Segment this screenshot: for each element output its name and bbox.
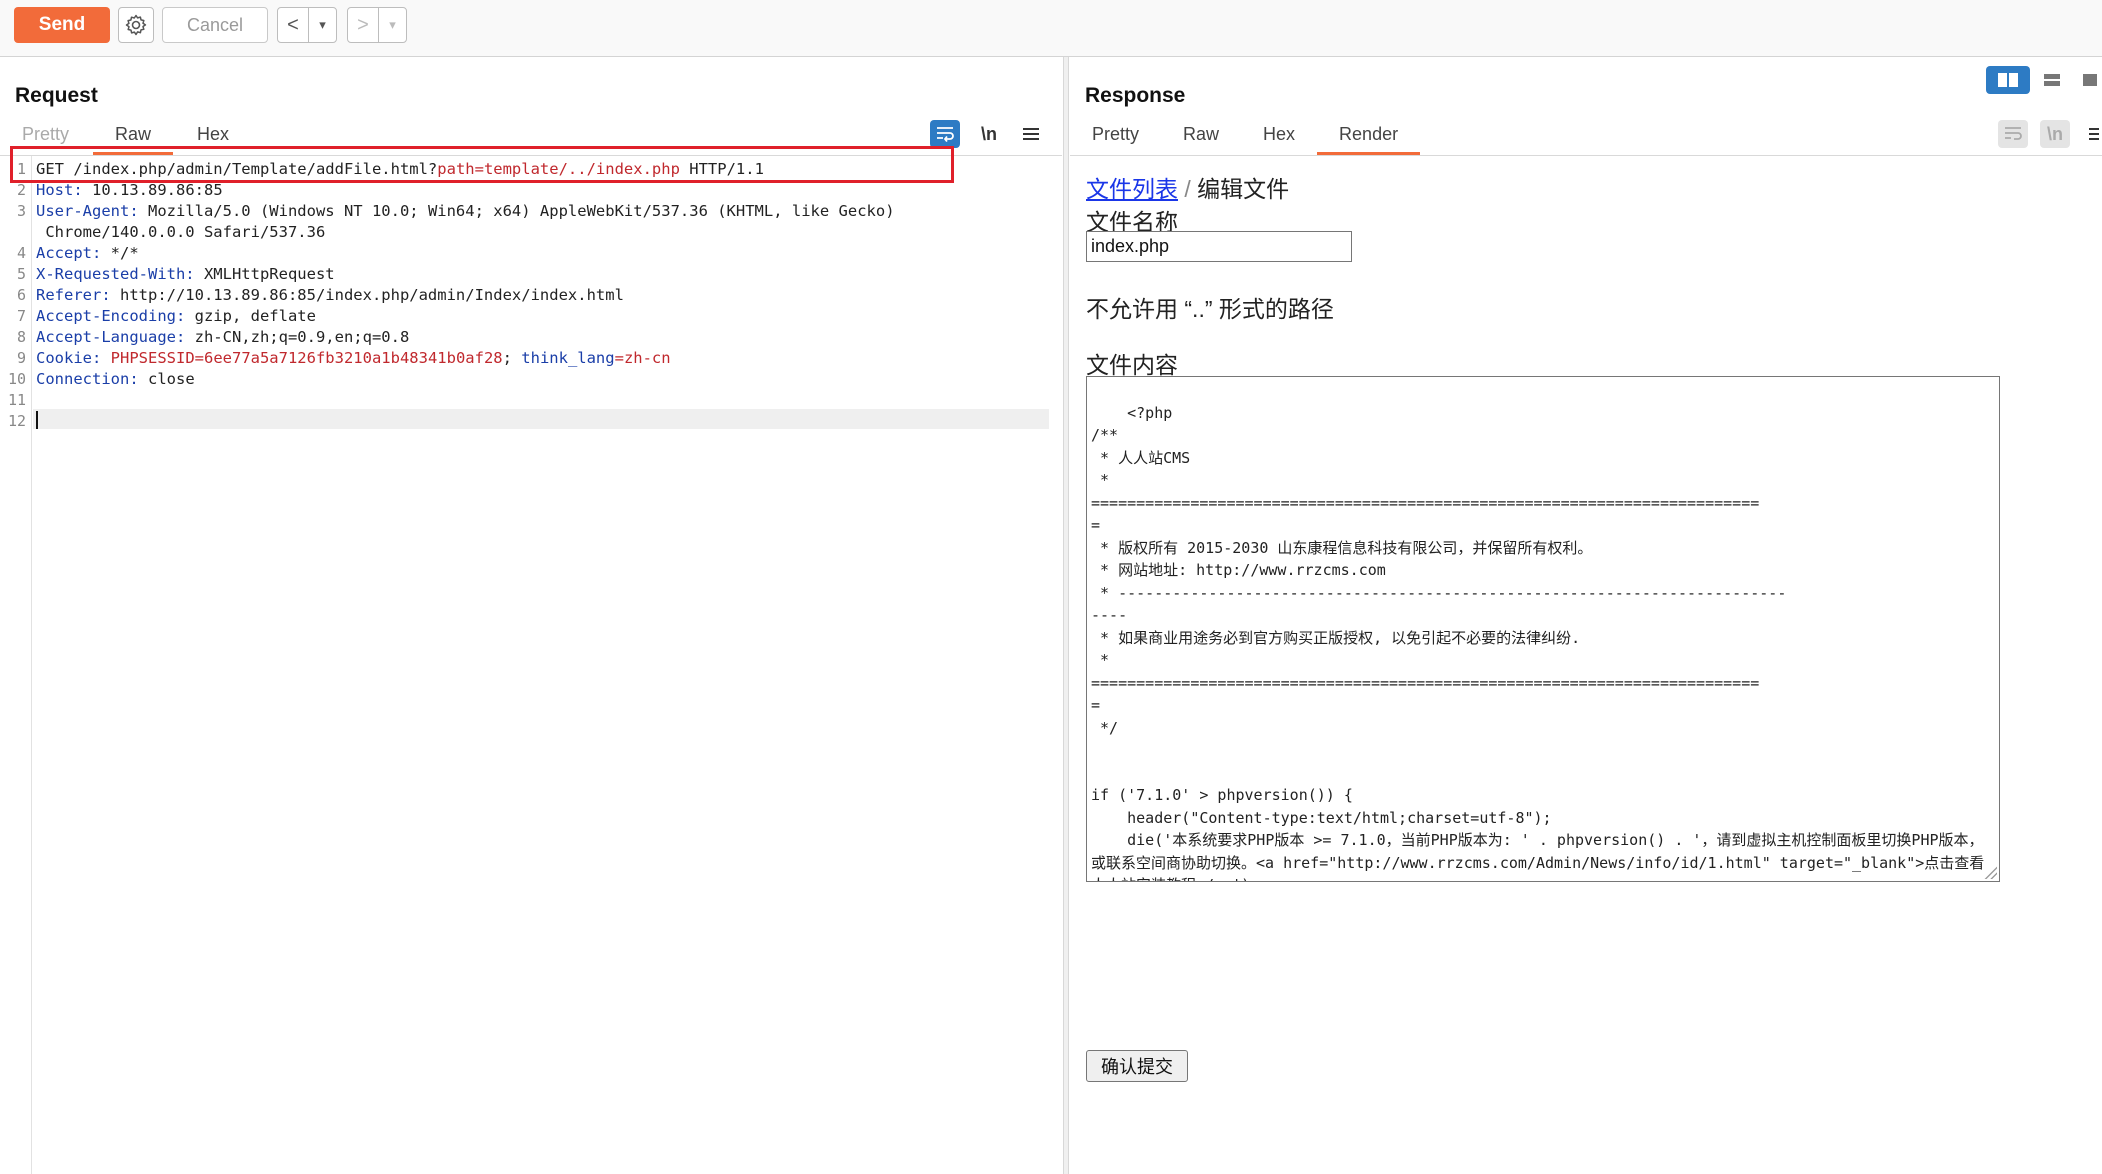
request-token: */* (101, 244, 139, 262)
forward-dropdown-icon[interactable]: ▾ (378, 8, 406, 42)
response-wrap-button[interactable] (1998, 120, 2028, 148)
request-token: Accept-Language: (36, 328, 186, 346)
request-token: 10.13.89.86:85 (82, 181, 223, 199)
hamburger-menu-icon (2089, 128, 2099, 140)
file-content-textarea[interactable]: <?php /** * 人人站CMS * ===================… (1086, 376, 2000, 882)
request-line: Chrome/140.0.0.0 Safari/537.36 (36, 223, 325, 241)
back-arrow-icon[interactable]: < (278, 8, 308, 42)
settings-button[interactable] (118, 7, 154, 43)
panel-splitter[interactable] (1063, 57, 1069, 1174)
request-token: X-Requested-With: (36, 265, 195, 283)
request-token: zh-CN,zh;q=0.9,en;q=0.8 (185, 328, 410, 346)
request-token: gzip, deflate (185, 307, 316, 325)
line-number: 4 (16, 244, 26, 262)
wrap-icon (2005, 127, 2022, 140)
layout-switcher (1986, 66, 2102, 94)
request-token (101, 349, 110, 367)
filename-input[interactable] (1086, 231, 1352, 262)
show-newlines-button[interactable]: \n (974, 120, 1004, 148)
rows-icon (2044, 74, 2060, 86)
request-token: Accept-Encoding: (36, 307, 186, 325)
request-token: ; (502, 349, 522, 367)
forward-nav-group: > ▾ (347, 7, 407, 43)
request-editor[interactable]: 1 GET /index.php/admin/Template/addFile.h… (0, 156, 1060, 1174)
forward-arrow-icon[interactable]: > (348, 8, 378, 42)
file-content-text: <?php /** * 人人站CMS * ===================… (1091, 403, 1985, 882)
response-menu-button[interactable] (2082, 120, 2102, 148)
columns-icon (1998, 73, 2018, 87)
line-number: 9 (16, 349, 26, 367)
tab-response-raw[interactable]: Raw (1183, 120, 1219, 154)
request-token: =zh-cn (614, 349, 671, 367)
back-dropdown-icon[interactable]: ▾ (308, 8, 336, 42)
cancel-button[interactable]: Cancel (162, 7, 268, 43)
layout-tabs-button[interactable] (2074, 66, 2102, 94)
breadcrumb-separator: / (1178, 176, 1198, 202)
send-button[interactable]: Send (14, 7, 110, 43)
request-token: Mozilla/5.0 (Windows NT 10.0; Win64; x64… (138, 202, 895, 220)
line-number: 11 (7, 391, 26, 409)
request-line: Connection: close (36, 370, 195, 388)
wrap-icon (937, 127, 954, 143)
request-token: PHPSESSID=6ee77a5a7126fb3210a1b48341b0af… (110, 349, 503, 367)
line-number: 10 (7, 370, 26, 388)
request-line: Host: 10.13.89.86:85 (36, 181, 223, 199)
line-number: 7 (16, 307, 26, 325)
hamburger-menu-icon (1023, 128, 1039, 140)
request-line: Accept: */* (36, 244, 139, 262)
response-render-view: 文件列表 / 编辑文件 文件名称 不允许用 “..” 形式的路径 文件内容 <?… (1070, 156, 2102, 1174)
layout-side-by-side-button[interactable] (1986, 66, 2030, 94)
line-number: 2 (16, 181, 26, 199)
request-line: Accept-Language: zh-CN,zh;q=0.9,en;q=0.8 (36, 328, 409, 346)
request-token: Chrome/140.0.0.0 Safari/537.36 (36, 223, 326, 241)
word-wrap-button[interactable] (930, 120, 960, 148)
error-message: 不允许用 “..” 形式的路径 (1086, 296, 1334, 322)
request-token: Cookie: (36, 349, 102, 367)
back-nav-group: < ▾ (277, 7, 337, 43)
response-title: Response (1085, 84, 1186, 107)
toolbar: Send Cancel < ▾ > ▾ (0, 0, 2102, 57)
request-line: Accept-Encoding: gzip, deflate (36, 307, 316, 325)
request-token: Referer: (36, 286, 111, 304)
highlight-annotation-box (10, 146, 954, 183)
gear-icon (125, 14, 147, 36)
request-line: Cookie: PHPSESSID=6ee77a5a7126fb3210a1b4… (36, 349, 671, 367)
resize-handle-icon[interactable] (1983, 865, 1997, 879)
line-number: 5 (16, 265, 26, 283)
line-number: 8 (16, 328, 26, 346)
tab-response-hex[interactable]: Hex (1263, 120, 1295, 154)
request-menu-button[interactable] (1016, 120, 1046, 148)
request-token: think_lang (521, 349, 615, 367)
request-line: Referer: http://10.13.89.86:85/index.php… (36, 286, 624, 304)
line-number: 12 (7, 412, 26, 430)
request-title: Request (15, 84, 98, 107)
tab-response-pretty[interactable]: Pretty (1092, 120, 1139, 154)
content-label: 文件内容 (1086, 352, 1178, 378)
file-list-link[interactable]: 文件列表 (1086, 176, 1178, 202)
response-tabs: Pretty Raw Hex Render (1092, 120, 1421, 155)
request-token: close (138, 370, 195, 388)
request-token: Host: (36, 181, 83, 199)
response-newlines-button[interactable]: \n (2040, 120, 2070, 148)
current-line-highlight (33, 409, 1049, 429)
request-token: XMLHttpRequest (194, 265, 335, 283)
request-token: User-Agent: (36, 202, 139, 220)
request-line: User-Agent: Mozilla/5.0 (Windows NT 10.0… (36, 202, 895, 220)
request-token: http://10.13.89.86:85/index.php/admin/In… (110, 286, 624, 304)
line-number: 6 (16, 286, 26, 304)
request-line: X-Requested-With: XMLHttpRequest (36, 265, 335, 283)
text-caret (36, 411, 38, 429)
line-number: 3 (16, 202, 26, 220)
breadcrumb: 文件列表 / 编辑文件 (1086, 170, 1289, 204)
request-token: Connection: (36, 370, 139, 388)
layout-stacked-button[interactable] (2030, 66, 2074, 94)
request-token: Accept: (36, 244, 102, 262)
confirm-submit-button[interactable]: 确认提交 (1086, 1050, 1188, 1082)
breadcrumb-current: 编辑文件 (1197, 176, 1290, 202)
single-pane-icon (2083, 74, 2097, 86)
tab-response-render[interactable]: Render (1317, 120, 1421, 155)
